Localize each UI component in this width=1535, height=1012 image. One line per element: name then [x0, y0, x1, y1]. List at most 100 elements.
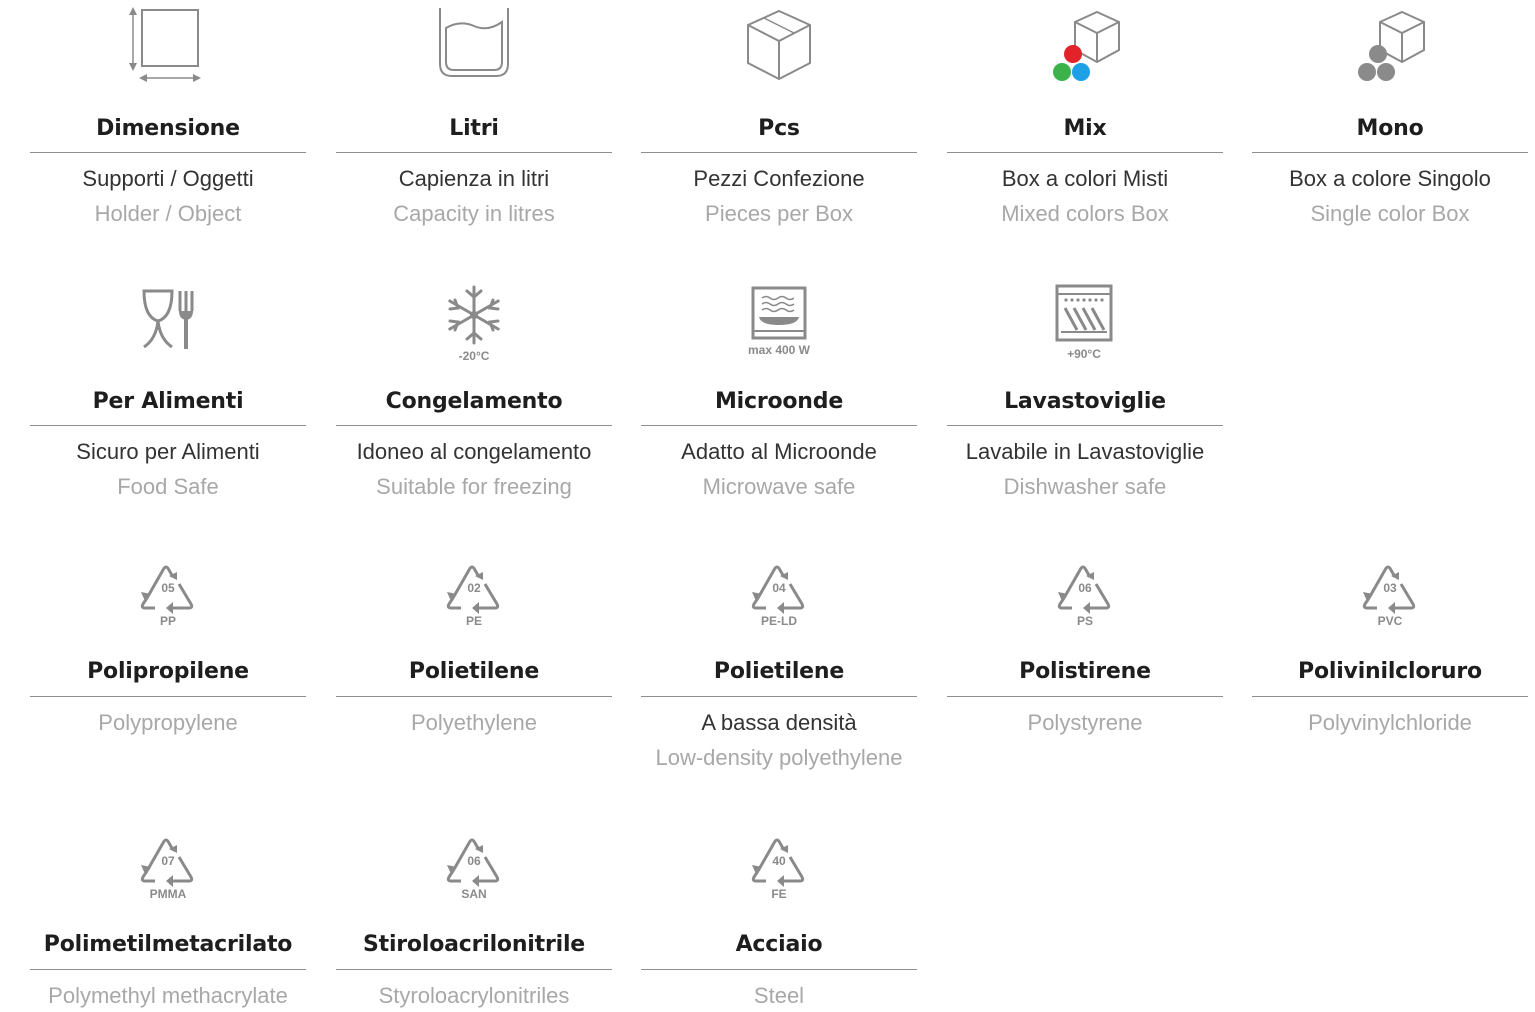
divider [1252, 696, 1528, 697]
legend-desc-en: Styroloacrylonitriles [378, 983, 570, 1008]
divider [947, 425, 1223, 426]
legend-desc-it: Capienza in litri [398, 166, 550, 191]
legend-title: Microonde [714, 389, 844, 414]
single-color-box-icon [1350, 8, 1430, 86]
dimension-icon [128, 6, 208, 86]
legend-desc-en: Dishwasher safe [1003, 474, 1167, 499]
legend-title: Pcs [758, 116, 800, 141]
divider [30, 969, 306, 970]
legend-title: Lavastoviglie [1004, 389, 1166, 414]
legend-title: Polimetilmetacrilato [43, 932, 293, 957]
divider [641, 696, 917, 697]
legend-desc-it: Adatto al Microonde [681, 439, 877, 464]
legend-desc-en: Polystyrene [1027, 710, 1143, 735]
recycle-icon: 04 PE-LD [744, 554, 814, 630]
divider [336, 696, 612, 697]
divider [30, 425, 306, 426]
legend-desc-en: Capacity in litres [393, 201, 555, 226]
legend-desc-en: Single color Box [1310, 201, 1470, 226]
divider [641, 152, 917, 153]
divider [641, 425, 917, 426]
legend-desc-it: Box a colori Misti [1001, 166, 1169, 191]
recycle-icon: 07 PMMA [133, 827, 203, 903]
microwave-power-label: max 400 W [748, 343, 811, 357]
legend-desc-en: Holder / Object [94, 201, 242, 226]
recycle-arrowhead [777, 875, 784, 887]
svg-text:PMMA: PMMA [150, 887, 187, 901]
legend-title: Acciaio [735, 932, 823, 957]
microwave-icon: max 400 W [734, 285, 824, 361]
legend-desc-it: Pezzi Confezione [693, 166, 865, 191]
legend-desc-en: Microwave safe [702, 474, 856, 499]
box-icon [744, 8, 814, 82]
mixed-colors-box-icon [1045, 8, 1125, 86]
divider [947, 696, 1223, 697]
svg-text:40: 40 [772, 854, 786, 868]
recycle-icon: 06 SAN [439, 827, 509, 903]
svg-text:02: 02 [467, 581, 481, 595]
svg-text:PVC: PVC [1378, 614, 1403, 628]
legend-desc-it: Idoneo al congelamento [356, 439, 592, 464]
recycle-arrowhead [166, 875, 173, 887]
legend-desc-it: Lavabile in Lavastoviglie [965, 439, 1205, 464]
svg-text:03: 03 [1383, 581, 1397, 595]
legend-desc-en: Steel [753, 983, 805, 1008]
legend-title: Per Alimenti [92, 389, 244, 414]
divider [947, 152, 1223, 153]
legend-title: Polistirene [1019, 659, 1151, 684]
legend-desc-en: Polypropylene [98, 710, 238, 735]
recycle-icon: 06 PS [1050, 554, 1120, 630]
legend-desc-it: Sicuro per Alimenti [76, 439, 260, 464]
legend-desc-en: Low-density polyethylene [655, 745, 903, 770]
legend-desc-en: Mixed colors Box [1001, 201, 1169, 226]
legend-title: Polietilene [713, 659, 845, 684]
svg-text:PS: PS [1077, 614, 1093, 628]
svg-text:05: 05 [161, 581, 175, 595]
legend-desc-en: Pieces per Box [705, 201, 853, 226]
legend-title: Mix [1063, 116, 1107, 141]
svg-text:04: 04 [772, 581, 786, 595]
svg-text:PE: PE [466, 614, 482, 628]
legend-title: Dimensione [96, 116, 240, 141]
svg-text:FE: FE [771, 887, 786, 901]
recycle-arrowhead [1388, 602, 1395, 614]
legend-desc-en: Polyvinylchloride [1308, 710, 1472, 735]
recycle-arrowhead [777, 602, 784, 614]
wash-temperature-label: +90°C [1067, 347, 1101, 361]
divider [336, 969, 612, 970]
recycle-icon: 40 FE [744, 827, 814, 903]
legend-title: Polipropilene [87, 659, 249, 684]
recycle-icon: 05 PP [133, 554, 203, 630]
legend-title: Congelamento [385, 389, 563, 414]
divider [336, 425, 612, 426]
recycle-arrowhead [472, 875, 479, 887]
recycle-icon: 03 PVC [1355, 554, 1425, 630]
legend-title: Polietilene [408, 659, 540, 684]
snowflake-icon: -20°C [439, 283, 509, 363]
divider [641, 969, 917, 970]
food-safe-icon [138, 289, 198, 351]
legend-title: Litri [449, 116, 499, 141]
recycle-arrowhead [472, 602, 479, 614]
divider [30, 152, 306, 153]
divider [30, 696, 306, 697]
legend-desc-it: A bassa densità [701, 710, 857, 735]
legend-desc-en: Food Safe [117, 474, 219, 499]
recycle-arrowhead [166, 602, 173, 614]
divider [1252, 152, 1528, 153]
legend-desc-en: Polymethyl methacrylate [48, 983, 288, 1008]
svg-text:07: 07 [161, 854, 175, 868]
legend-desc-en: Polyethylene [411, 710, 537, 735]
svg-text:06: 06 [1078, 581, 1092, 595]
legend-desc-it: Box a colore Singolo [1289, 166, 1491, 191]
liters-container-icon [434, 6, 514, 78]
svg-text:06: 06 [467, 854, 481, 868]
freeze-temperature-label: -20°C [459, 349, 490, 363]
svg-text:PE-LD: PE-LD [761, 614, 797, 628]
recycle-arrowhead [1083, 602, 1090, 614]
svg-text:SAN: SAN [461, 887, 486, 901]
legend-title: Mono [1356, 116, 1424, 141]
recycle-icon: 02 PE [439, 554, 509, 630]
legend-title: Polivinilcloruro [1298, 659, 1482, 684]
legend-title: Stiroloacrilonitrile [362, 932, 586, 957]
